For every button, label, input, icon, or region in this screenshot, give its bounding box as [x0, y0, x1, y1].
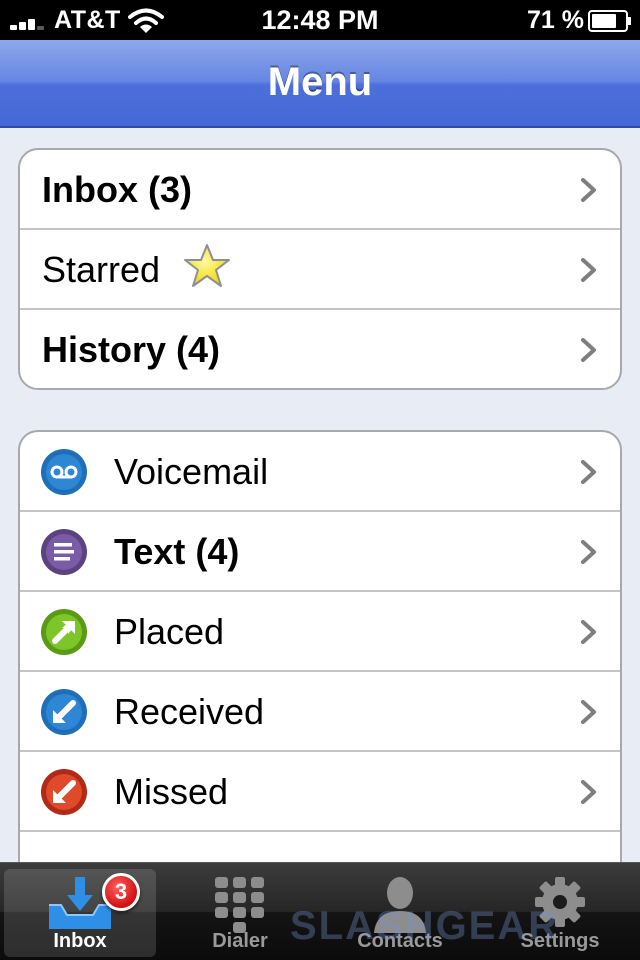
menu-row-voicemail[interactable]: Voicemail — [20, 432, 620, 512]
menu-row-placed[interactable]: Placed — [20, 592, 620, 672]
chevron-right-icon — [581, 460, 596, 484]
tab-dialer[interactable]: Dialer — [164, 869, 316, 957]
mailbox-group: Inbox (3) Starred History (4) — [18, 148, 622, 390]
voicemail-icon — [41, 449, 87, 495]
menu-row-history[interactable]: History (4) — [20, 310, 620, 388]
tab-contacts[interactable]: Contacts — [324, 869, 476, 957]
battery-percentage: 71 % — [527, 6, 584, 34]
keypad-icon — [215, 877, 264, 933]
menu-row-inbox[interactable]: Inbox (3) — [20, 150, 620, 230]
chevron-right-icon — [581, 780, 596, 804]
tab-label: Inbox — [53, 930, 107, 952]
gear-icon — [535, 877, 585, 927]
row-label: Missed — [114, 771, 229, 812]
navigation-bar: Menu — [0, 40, 640, 128]
page-title: Menu — [267, 60, 373, 104]
calls-group: Voicemail Text (4) Placed Received Misse… — [18, 430, 622, 890]
chevron-right-icon — [581, 540, 596, 564]
row-label: Placed — [114, 611, 225, 652]
chevron-right-icon — [581, 700, 596, 724]
missed-call-icon — [41, 769, 87, 815]
row-label: Text (4) — [114, 531, 240, 572]
chevron-right-icon — [581, 258, 596, 282]
tab-label: Dialer — [212, 930, 268, 952]
tab-settings[interactable]: Settings — [484, 869, 636, 957]
row-label: Received — [114, 691, 265, 732]
star-icon — [184, 244, 230, 287]
menu-row-starred[interactable]: Starred — [20, 230, 620, 310]
chevron-right-icon — [581, 178, 596, 202]
menu-row-received[interactable]: Received — [20, 672, 620, 752]
text-message-icon — [41, 529, 87, 575]
status-bar: AT&T 12:48 PM 71 % — [0, 0, 640, 40]
row-label: Starred — [42, 249, 161, 290]
tab-bar: 3 Inbox Dialer Contacts Settings — [0, 862, 640, 960]
tab-inbox[interactable]: 3 Inbox — [4, 869, 156, 957]
row-label: Voicemail — [114, 451, 269, 492]
chevron-right-icon — [581, 338, 596, 362]
row-label: History (4) — [42, 329, 221, 370]
received-call-icon — [41, 689, 87, 735]
tab-label: Contacts — [357, 930, 443, 952]
placed-call-icon — [41, 609, 87, 655]
menu-row-missed[interactable]: Missed — [20, 752, 620, 832]
battery-icon — [588, 10, 631, 32]
menu-row-text[interactable]: Text (4) — [20, 512, 620, 592]
contact-icon — [374, 877, 426, 933]
row-label: Inbox (3) — [42, 169, 192, 210]
chevron-right-icon — [581, 620, 596, 644]
unread-badge: 3 — [102, 873, 140, 911]
tab-label: Settings — [520, 930, 600, 952]
